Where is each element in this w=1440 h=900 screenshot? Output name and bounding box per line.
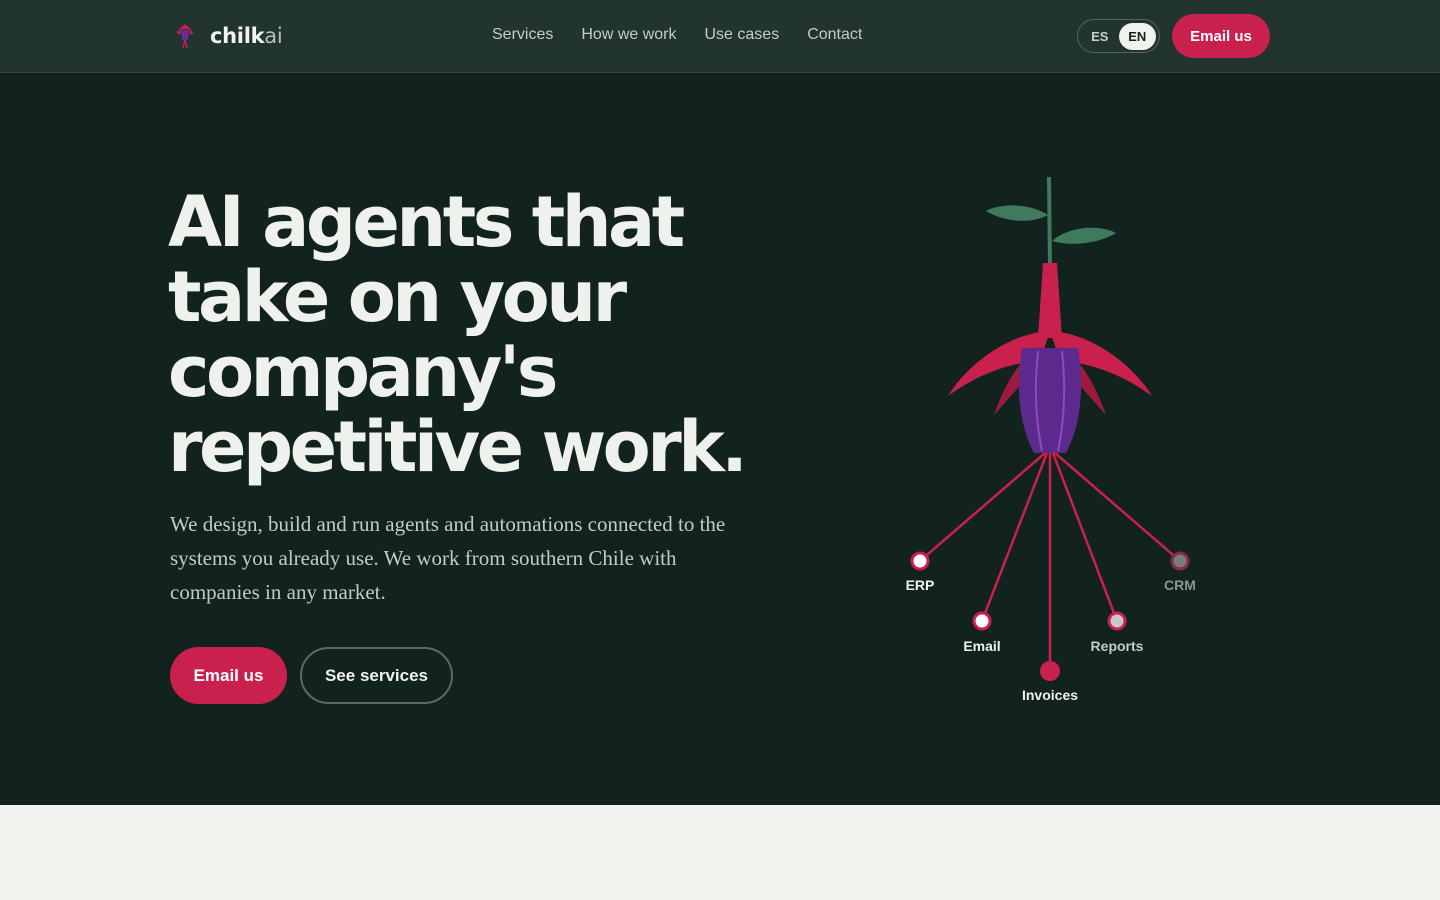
- headline-line: take on your: [168, 256, 627, 338]
- next-section: [0, 805, 1440, 900]
- lang-option-en[interactable]: EN: [1118, 22, 1156, 50]
- main-nav: Services How we work Use cases Contact: [492, 25, 862, 45]
- brand-name: chilkai: [210, 24, 283, 48]
- node-crm: [1170, 551, 1190, 571]
- node-invoices: [1040, 661, 1060, 681]
- header-email-button[interactable]: Email us: [1172, 14, 1270, 58]
- node-label-invoices: Invoices: [1022, 687, 1078, 703]
- headline-line: company's: [168, 331, 558, 413]
- flower-tube: [1038, 263, 1062, 338]
- hero-email-button[interactable]: Email us: [170, 647, 287, 704]
- nav-services[interactable]: Services: [492, 25, 553, 45]
- node-email: [972, 611, 992, 631]
- nav-use-cases[interactable]: Use cases: [705, 25, 780, 45]
- flower-petals: [1018, 348, 1082, 453]
- node-reports: [1107, 611, 1127, 631]
- node-label-reports: Reports: [1091, 638, 1144, 654]
- see-services-button[interactable]: See services: [300, 647, 453, 704]
- leaf-icon: [986, 205, 1048, 221]
- nav-contact[interactable]: Contact: [807, 25, 862, 45]
- hero-section: AI agents that take on your company's re…: [0, 73, 1440, 805]
- fuchsia-integrations-illustration: ERP Email Invoices Reports CRM: [906, 176, 1196, 703]
- top-navigation-bar: chilkai Services How we work Use cases C…: [0, 0, 1440, 73]
- language-switcher: ES EN: [1077, 19, 1160, 53]
- headline-line: repetitive work.: [168, 406, 748, 488]
- node-label-email: Email: [963, 638, 1000, 654]
- brand-logo[interactable]: chilkai: [170, 20, 283, 52]
- lang-option-es[interactable]: ES: [1081, 23, 1119, 50]
- fuchsia-logo-icon: [176, 24, 194, 49]
- node-label-erp: ERP: [906, 577, 935, 593]
- flower-stem: [1047, 176, 1052, 269]
- hero-headline: AI agents that take on your company's re…: [168, 185, 788, 485]
- hero-subtitle: We design, build and run agents and auto…: [170, 512, 726, 604]
- nav-how-we-work[interactable]: How we work: [581, 25, 676, 45]
- headline-line: AI agents that: [168, 181, 685, 263]
- leaf-icon: [1052, 227, 1116, 244]
- node-label-crm: CRM: [1164, 577, 1196, 593]
- node-erp: [910, 551, 930, 571]
